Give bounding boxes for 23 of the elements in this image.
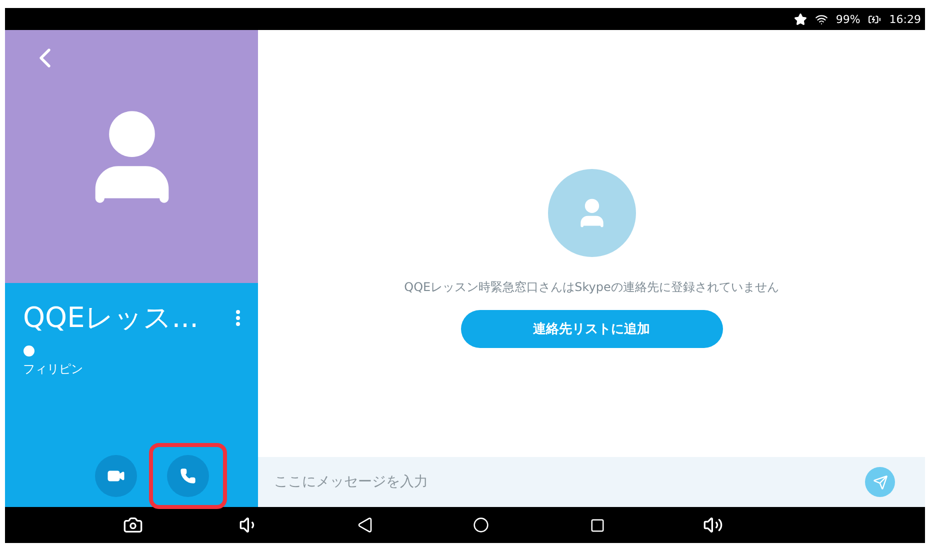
home-circle-icon bbox=[473, 517, 489, 533]
paper-plane-icon bbox=[872, 474, 888, 490]
status-icon bbox=[23, 345, 35, 357]
more-menu-button[interactable] bbox=[236, 310, 240, 326]
phone-icon bbox=[180, 468, 196, 484]
voice-call-button[interactable] bbox=[166, 455, 208, 497]
battery-level: 99% bbox=[836, 12, 860, 26]
star-icon bbox=[794, 12, 807, 26]
message-input[interactable]: ここにメッセージを入力 bbox=[272, 473, 865, 491]
video-call-button[interactable] bbox=[94, 455, 136, 497]
more-icon bbox=[236, 310, 240, 326]
contact-location: フィリピン bbox=[23, 361, 84, 378]
speaker-high-icon bbox=[703, 515, 723, 535]
battery-icon bbox=[868, 12, 882, 26]
contact-name: QQEレッス... bbox=[23, 300, 198, 336]
wifi-icon bbox=[814, 12, 828, 26]
add-contact-button[interactable]: 連絡先リストに追加 bbox=[460, 310, 722, 348]
not-in-contacts-message: QQEレッスン時緊急窓口さんはSkypeの連絡先に登録されていません bbox=[404, 279, 779, 296]
camera-icon bbox=[123, 515, 143, 535]
clock-time: 16:29 bbox=[889, 12, 921, 26]
back-triangle-icon bbox=[357, 517, 373, 533]
message-field[interactable]: ここにメッセージを入力 bbox=[258, 457, 925, 507]
square-icon bbox=[590, 518, 604, 532]
